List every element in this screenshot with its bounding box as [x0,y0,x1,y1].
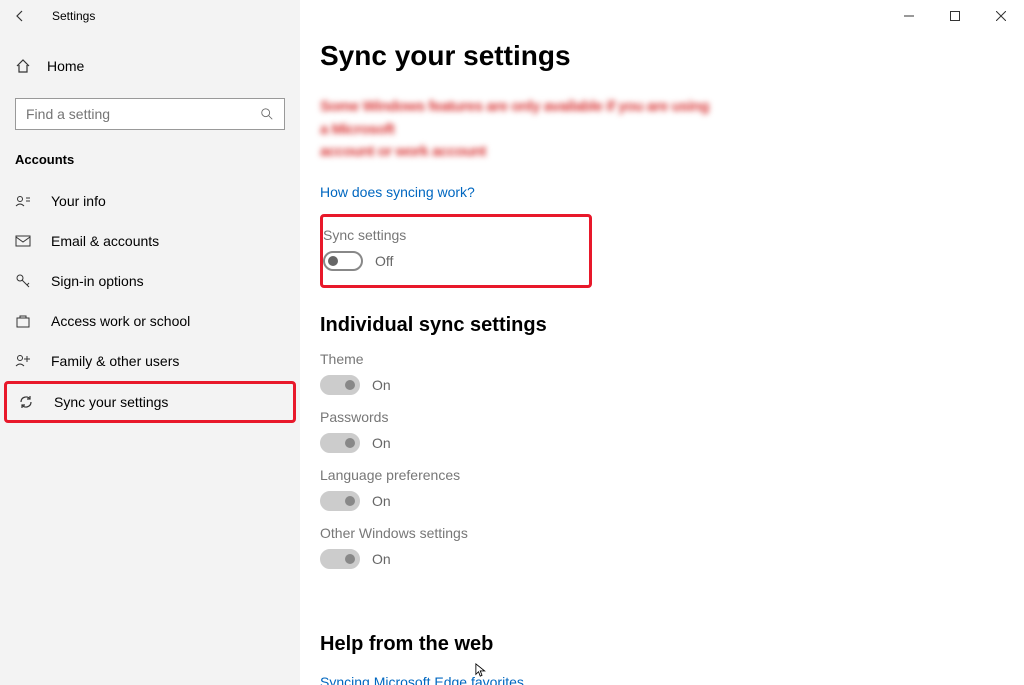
back-button[interactable] [0,0,40,32]
key-icon [15,273,31,289]
toggle-state: On [372,551,391,567]
sidebar-item-label: Email & accounts [51,233,159,249]
language-toggle[interactable] [320,491,360,511]
theme-toggle-group: Theme On [320,351,1024,395]
page-title: Sync your settings [320,40,1024,72]
sync-settings-toggle[interactable] [323,251,363,271]
user-card-icon [15,193,31,209]
sidebar-item-signin-options[interactable]: Sign-in options [0,261,300,301]
settings-sidebar: Home Accounts Your info Email & accounts… [0,0,300,685]
search-box[interactable] [15,98,285,130]
help-link-edge-favorites[interactable]: Syncing Microsoft Edge favorites [320,674,524,685]
other-windows-toggle-group: Other Windows settings On [320,525,1024,569]
minimize-icon [904,11,914,21]
toggle-knob [345,554,355,564]
language-toggle-group: Language preferences On [320,467,1024,511]
people-icon [15,353,31,369]
toggle-label: Theme [320,351,1024,367]
sidebar-item-label: Family & other users [51,353,179,369]
toggle-knob [328,256,338,266]
toggle-label: Passwords [320,409,1024,425]
help-link-syncing[interactable]: How does syncing work? [320,184,475,200]
sidebar-item-sync-settings[interactable]: Sync your settings [4,381,296,423]
search-icon [260,107,274,121]
help-from-web-header: Help from the web [320,633,1024,656]
sidebar-item-label: Sign-in options [51,273,144,289]
sidebar-item-label: Your info [51,193,106,209]
toggle-state: Off [375,253,393,269]
sync-icon [18,394,34,410]
toggle-knob [345,380,355,390]
toggle-knob [345,438,355,448]
sidebar-home[interactable]: Home [0,48,300,84]
briefcase-icon [15,313,31,329]
sidebar-item-your-info[interactable]: Your info [0,181,300,221]
close-icon [996,11,1006,21]
search-input[interactable] [26,106,260,122]
sidebar-home-label: Home [47,58,84,74]
other-windows-toggle[interactable] [320,549,360,569]
category-header: Accounts [0,130,300,181]
envelope-icon [15,233,31,249]
toggle-state: On [372,435,391,451]
sync-settings-group: Sync settings Off [320,214,592,288]
toggle-label: Language preferences [320,467,1024,483]
arrow-left-icon [12,8,28,24]
app-title: Settings [52,9,95,23]
sidebar-item-email-accounts[interactable]: Email & accounts [0,221,300,261]
close-button[interactable] [978,0,1024,32]
toggle-knob [345,496,355,506]
individual-sync-header: Individual sync settings [320,314,1024,337]
toggle-label: Other Windows settings [320,525,1024,541]
maximize-icon [950,11,960,21]
cursor-icon [475,661,489,679]
passwords-toggle[interactable] [320,433,360,453]
home-icon [15,58,31,74]
toggle-state: On [372,377,391,393]
sidebar-item-family-users[interactable]: Family & other users [0,341,300,381]
minimize-button[interactable] [886,0,932,32]
sidebar-item-work-school[interactable]: Access work or school [0,301,300,341]
toggle-label: Sync settings [323,227,575,243]
passwords-toggle-group: Passwords On [320,409,1024,453]
theme-toggle[interactable] [320,375,360,395]
main-content: Sync your settings Some Windows features… [300,0,1024,685]
sidebar-item-label: Access work or school [51,313,190,329]
maximize-button[interactable] [932,0,978,32]
sidebar-item-label: Sync your settings [54,394,168,410]
toggle-state: On [372,493,391,509]
restricted-notice: Some Windows features are only available… [320,96,720,164]
